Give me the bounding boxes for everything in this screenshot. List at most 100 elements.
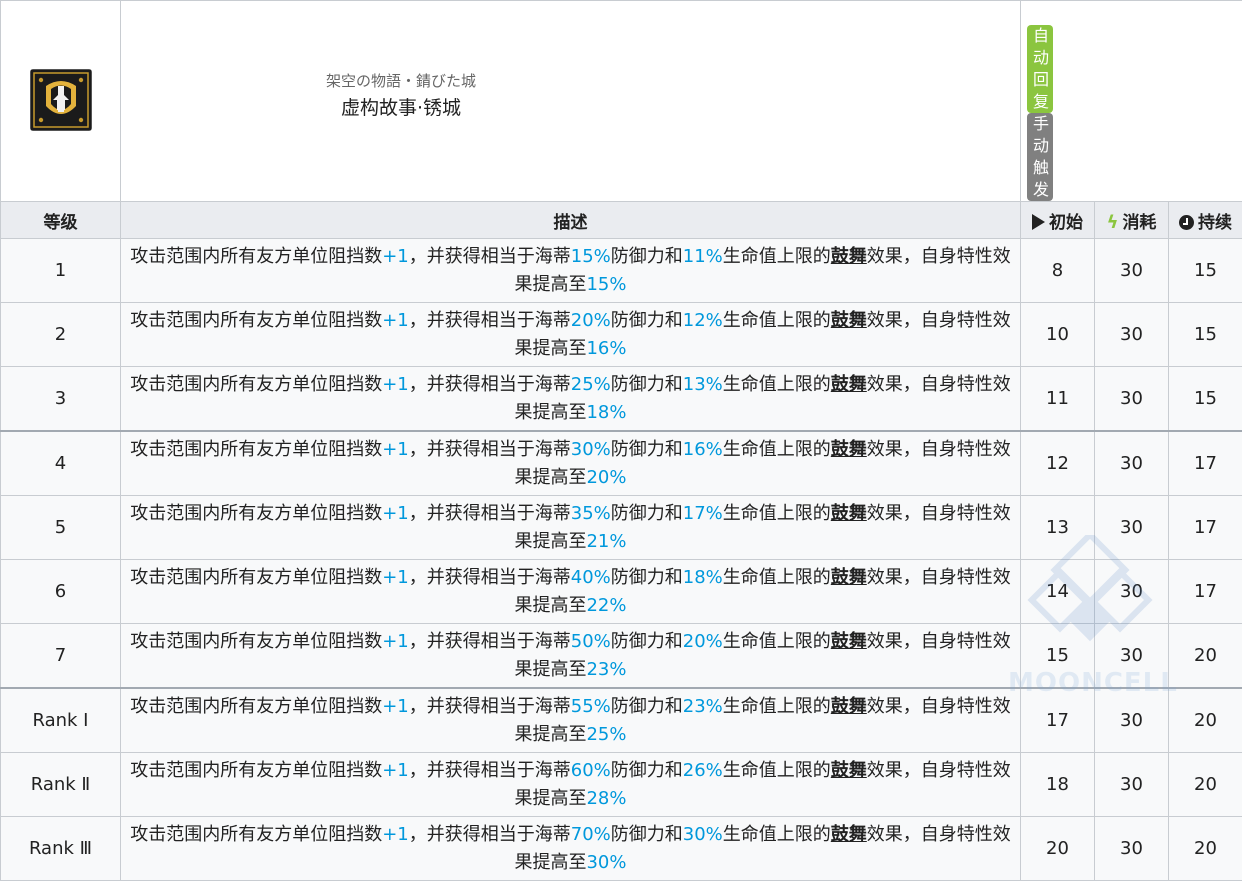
desc-text: 攻击范围内所有友方单位阻挡数 [130,503,382,524]
inspire-term-link[interactable]: 鼓舞 [831,374,867,395]
inspire-term-link[interactable]: 鼓舞 [831,310,867,331]
desc-value: 30% [683,824,723,845]
desc-text: 生命值上限的 [723,824,831,845]
level-rows: 1攻击范围内所有友方单位阻挡数+1，并获得相当于海蒂15%防御力和11%生命值上… [1,239,1242,881]
skill-name-jp: 架空の物語・錆びた城 [121,71,681,91]
desc-text: 防御力和 [611,567,683,588]
desc-text: 防御力和 [611,374,683,395]
sp-cost-cell: 30 [1095,560,1169,624]
initial-sp-cell: 13 [1021,496,1095,560]
desc-text: ，并获得相当于海蒂 [409,310,571,331]
level-cell: 7 [1,624,121,689]
trigger-type-badge: 手动触发 [1027,113,1053,201]
duration-cell: 20 [1169,624,1242,689]
col-initial-label: 初始 [1049,213,1083,233]
play-icon [1032,214,1045,230]
inspire-term-link[interactable]: 鼓舞 [831,760,867,781]
inspire-term-link[interactable]: 鼓舞 [831,631,867,652]
desc-value: +1 [382,374,409,395]
level-cell: 4 [1,431,121,496]
duration-cell: 17 [1169,496,1242,560]
desc-value: 23% [683,696,723,717]
duration-cell: 15 [1169,367,1242,432]
desc-value: 30% [586,852,626,873]
desc-value: 16% [586,338,626,359]
desc-value: 26% [683,760,723,781]
desc-value: 35% [571,503,611,524]
clock-icon [1179,215,1194,230]
inspire-term-link[interactable]: 鼓舞 [831,503,867,524]
desc-text: 生命值上限的 [723,374,831,395]
desc-text: ，并获得相当于海蒂 [409,439,571,460]
desc-text: 防御力和 [611,503,683,524]
desc-text: 防御力和 [611,824,683,845]
description-cell: 攻击范围内所有友方单位阻挡数+1，并获得相当于海蒂25%防御力和13%生命值上限… [121,367,1021,432]
duration-cell: 20 [1169,753,1242,817]
desc-value: 25% [571,374,611,395]
desc-value: 25% [586,724,626,745]
desc-value: 13% [683,374,723,395]
desc-value: +1 [382,503,409,524]
table-row: Rank Ⅲ攻击范围内所有友方单位阻挡数+1，并获得相当于海蒂70%防御力和30… [1,817,1242,881]
sp-cost-cell: 30 [1095,817,1169,881]
inspire-term-link[interactable]: 鼓舞 [831,824,867,845]
desc-text: 攻击范围内所有友方单位阻挡数 [130,760,382,781]
desc-value: 16% [683,439,723,460]
desc-value: 15% [586,274,626,295]
desc-value: 20% [683,631,723,652]
desc-value: 15% [571,246,611,267]
description-cell: 攻击范围内所有友方单位阻挡数+1，并获得相当于海蒂30%防御力和16%生命值上限… [121,431,1021,496]
desc-value: 50% [571,631,611,652]
skill-table: 架空の物語・錆びた城 虚构故事·锈城 自动回复手动触发 等级 描述 初始 ϟ消耗… [0,0,1242,881]
inspire-term-link[interactable]: 鼓舞 [831,696,867,717]
description-cell: 攻击范围内所有友方单位阻挡数+1，并获得相当于海蒂20%防御力和12%生命值上限… [121,303,1021,367]
level-cell: 1 [1,239,121,303]
table-row: 5攻击范围内所有友方单位阻挡数+1，并获得相当于海蒂35%防御力和17%生命值上… [1,496,1242,560]
sp-cost-cell: 30 [1095,496,1169,560]
initial-sp-cell: 14 [1021,560,1095,624]
inspire-term-link[interactable]: 鼓舞 [831,439,867,460]
table-row: 1攻击范围内所有友方单位阻挡数+1，并获得相当于海蒂15%防御力和11%生命值上… [1,239,1242,303]
level-cell: 5 [1,496,121,560]
desc-value: 11% [683,246,723,267]
desc-value: 20% [586,467,626,488]
level-cell: Rank Ⅰ [1,688,121,753]
skill-name-cn: 虚构故事·锈城 [121,95,681,121]
initial-sp-cell: 11 [1021,367,1095,432]
desc-text: 生命值上限的 [723,439,831,460]
desc-text: ，并获得相当于海蒂 [409,374,571,395]
duration-cell: 15 [1169,239,1242,303]
table-row: 6攻击范围内所有友方单位阻挡数+1，并获得相当于海蒂40%防御力和18%生命值上… [1,560,1242,624]
col-cost-label: 消耗 [1122,213,1156,233]
desc-text: 攻击范围内所有友方单位阻挡数 [130,567,382,588]
desc-text: 攻击范围内所有友方单位阻挡数 [130,374,382,395]
desc-value: 20% [571,310,611,331]
skill-header-row: 架空の物語・錆びた城 虚构故事·锈城 自动回复手动触发 [1,1,1242,202]
skill-emblem-icon [30,69,92,131]
desc-text: ，并获得相当于海蒂 [409,824,571,845]
level-cell: 3 [1,367,121,432]
desc-value: +1 [382,310,409,331]
desc-text: 攻击范围内所有友方单位阻挡数 [130,439,382,460]
desc-value: +1 [382,696,409,717]
level-cell: Rank Ⅲ [1,817,121,881]
inspire-term-link[interactable]: 鼓舞 [831,567,867,588]
desc-text: ，并获得相当于海蒂 [409,631,571,652]
desc-text: ，并获得相当于海蒂 [409,760,571,781]
desc-value: +1 [382,567,409,588]
desc-text: 生命值上限的 [723,760,831,781]
level-cell: 6 [1,560,121,624]
desc-value: 30% [571,439,611,460]
desc-text: 攻击范围内所有友方单位阻挡数 [130,824,382,845]
level-cell: 2 [1,303,121,367]
col-description-header: 描述 [121,202,1021,239]
col-duration-header: 持续 [1169,202,1242,239]
duration-cell: 15 [1169,303,1242,367]
desc-value: 60% [571,760,611,781]
desc-value: 23% [586,659,626,680]
desc-text: 防御力和 [611,631,683,652]
inspire-term-link[interactable]: 鼓舞 [831,246,867,267]
desc-value: 22% [586,595,626,616]
level-cell: Rank Ⅱ [1,753,121,817]
description-cell: 攻击范围内所有友方单位阻挡数+1，并获得相当于海蒂70%防御力和30%生命值上限… [121,817,1021,881]
